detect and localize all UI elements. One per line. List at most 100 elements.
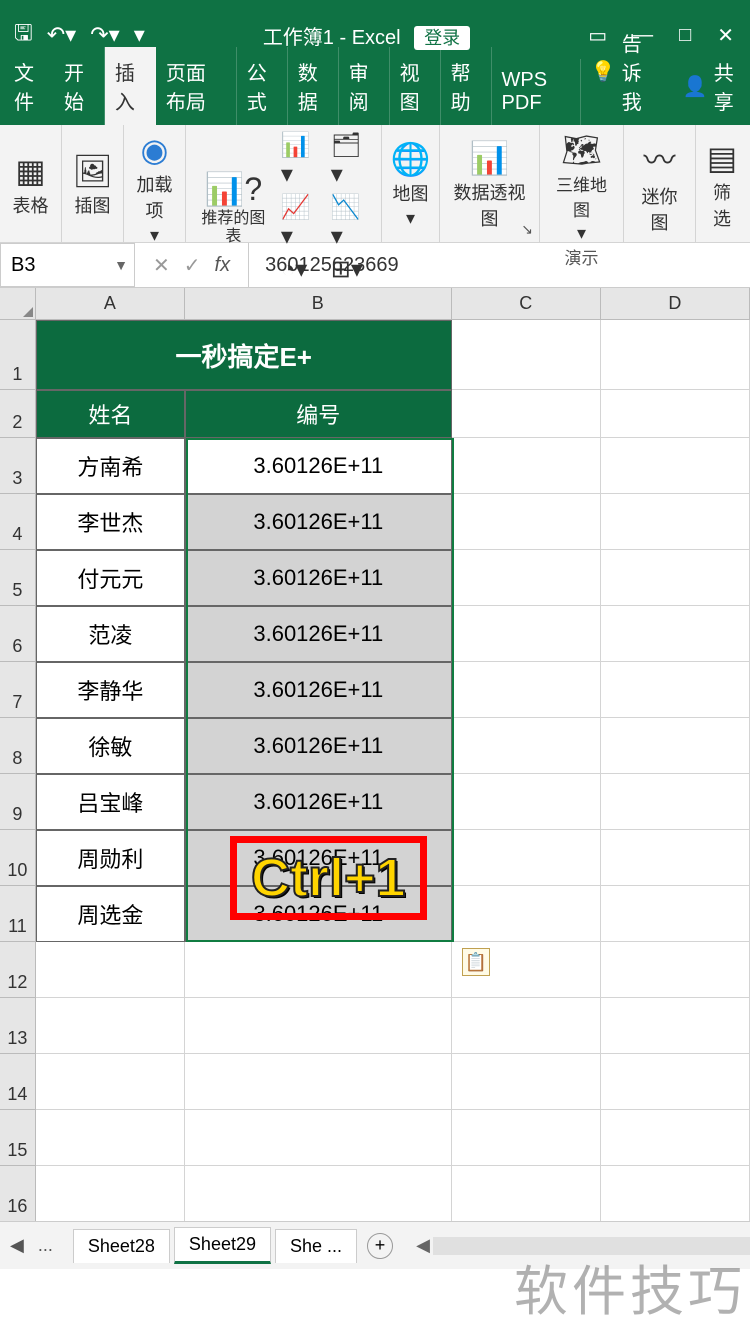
cell-name[interactable]: 吕宝峰	[36, 774, 185, 830]
cell[interactable]	[452, 606, 601, 662]
paste-options-icon[interactable]: 📋	[462, 948, 490, 976]
cell-id[interactable]: 3.60126E+11	[185, 774, 452, 830]
row-header[interactable]: 1	[0, 320, 36, 390]
cell-id[interactable]: 3.60126E+11	[185, 718, 452, 774]
cell-name[interactable]: 付元元	[36, 550, 185, 606]
tab-view[interactable]: 视图	[390, 47, 441, 125]
new-sheet-button[interactable]: +	[367, 1233, 393, 1259]
sparklines-button[interactable]: 〰迷你图	[634, 135, 685, 235]
cell[interactable]	[601, 390, 750, 438]
row-header[interactable]: 9	[0, 774, 36, 830]
tab-data[interactable]: 数据	[288, 47, 339, 125]
row-header[interactable]: 2	[0, 390, 36, 438]
close-icon[interactable]: ✕	[717, 23, 734, 48]
row-header[interactable]: 4	[0, 494, 36, 550]
tab-insert[interactable]: 插入	[105, 47, 156, 125]
tab-home[interactable]: 开始	[54, 47, 105, 125]
cell-name[interactable]: 范凌	[36, 606, 185, 662]
login-button[interactable]: 登录	[414, 26, 470, 50]
cell[interactable]	[452, 998, 601, 1054]
cell[interactable]	[601, 774, 750, 830]
cell[interactable]	[452, 320, 601, 390]
sheet-prev-icon[interactable]: ◀	[10, 1235, 24, 1256]
sheet-tab[interactable]: She ...	[275, 1229, 357, 1263]
tab-layout[interactable]: 页面布局	[156, 47, 237, 125]
cell[interactable]	[185, 998, 452, 1054]
formula-input[interactable]: 360125623669	[249, 243, 750, 287]
row-header[interactable]: 15	[0, 1110, 36, 1166]
share-button[interactable]: 👤共享	[669, 47, 750, 125]
cell[interactable]	[452, 1054, 601, 1110]
cell[interactable]	[601, 1054, 750, 1110]
cell[interactable]	[36, 998, 185, 1054]
cell[interactable]	[601, 998, 750, 1054]
bar-chart-icon[interactable]: 📊▾	[281, 131, 319, 189]
tab-wps-pdf[interactable]: WPS PDF	[492, 59, 581, 125]
tell-me[interactable]: 💡告诉我	[581, 18, 669, 125]
cell[interactable]	[185, 942, 452, 998]
maps-button[interactable]: 🌐地图▾	[391, 140, 431, 229]
cell-name[interactable]: 徐敏	[36, 718, 185, 774]
hierarchy-chart-icon[interactable]: 🗂▾	[331, 131, 371, 189]
cell[interactable]	[452, 718, 601, 774]
row-header[interactable]: 12	[0, 942, 36, 998]
row-header[interactable]: 13	[0, 998, 36, 1054]
cell[interactable]	[452, 830, 601, 886]
sheet-list-icon[interactable]: ...	[30, 1235, 61, 1256]
header-id[interactable]: 编号	[185, 390, 452, 438]
cell-name[interactable]: 周选金	[36, 886, 185, 942]
tables-button[interactable]: ▦表格	[13, 152, 49, 218]
cell[interactable]	[452, 438, 601, 494]
tab-file[interactable]: 文件	[0, 47, 54, 125]
cell[interactable]	[601, 830, 750, 886]
select-all-corner[interactable]	[0, 288, 36, 319]
row-header[interactable]: 11	[0, 886, 36, 942]
cell[interactable]	[36, 1054, 185, 1110]
pivot-launcher-icon[interactable]: ↘	[521, 221, 533, 238]
cell[interactable]	[601, 718, 750, 774]
cell[interactable]	[452, 390, 601, 438]
illustrations-button[interactable]: 🖼插图	[72, 152, 113, 218]
cell[interactable]	[452, 494, 601, 550]
pivot-chart-button[interactable]: 📊数据透视图	[450, 139, 529, 231]
cell[interactable]	[601, 320, 750, 390]
col-header-A[interactable]: A	[36, 288, 185, 319]
cell[interactable]	[601, 942, 750, 998]
cell[interactable]	[185, 1110, 452, 1166]
qat-more-icon[interactable]: ▾	[134, 22, 145, 48]
cell[interactable]	[601, 606, 750, 662]
cell-name[interactable]: 周勋利	[36, 830, 185, 886]
chevron-down-icon[interactable]: ▼	[114, 257, 128, 273]
cell[interactable]	[185, 1166, 452, 1221]
cell[interactable]	[601, 1110, 750, 1166]
row-header[interactable]: 5	[0, 550, 36, 606]
cell[interactable]	[452, 774, 601, 830]
fx-icon[interactable]: fx	[215, 254, 231, 277]
cell-name[interactable]: 李静华	[36, 662, 185, 718]
cell-id[interactable]: 3.60126E+11	[185, 494, 452, 550]
row-header[interactable]: 6	[0, 606, 36, 662]
addins-button[interactable]: ◉加载项▾	[134, 131, 175, 246]
header-name[interactable]: 姓名	[36, 390, 185, 438]
undo-icon[interactable]: ↶▾	[47, 22, 76, 48]
cell[interactable]	[601, 550, 750, 606]
row-header[interactable]: 7	[0, 662, 36, 718]
row-header[interactable]: 14	[0, 1054, 36, 1110]
name-box[interactable]: B3 ▼	[0, 243, 135, 287]
tab-formulas[interactable]: 公式	[237, 47, 288, 125]
3d-map-button[interactable]: 🗺三维地图▾	[550, 131, 613, 244]
cell[interactable]	[452, 886, 601, 942]
cell-id[interactable]: 3.60126E+11	[185, 438, 452, 494]
cell-name[interactable]: 李世杰	[36, 494, 185, 550]
row-header[interactable]: 16	[0, 1166, 36, 1221]
cell-id[interactable]: 3.60126E+11	[185, 662, 452, 718]
sheet-tab[interactable]: Sheet29	[174, 1227, 271, 1264]
cell[interactable]	[36, 942, 185, 998]
redo-icon[interactable]: ↷▾	[90, 22, 119, 48]
col-header-D[interactable]: D	[601, 288, 750, 319]
cell[interactable]	[601, 662, 750, 718]
maximize-icon[interactable]: □	[679, 24, 691, 47]
cell[interactable]	[185, 1054, 452, 1110]
cell[interactable]	[36, 1166, 185, 1221]
cell[interactable]	[601, 494, 750, 550]
